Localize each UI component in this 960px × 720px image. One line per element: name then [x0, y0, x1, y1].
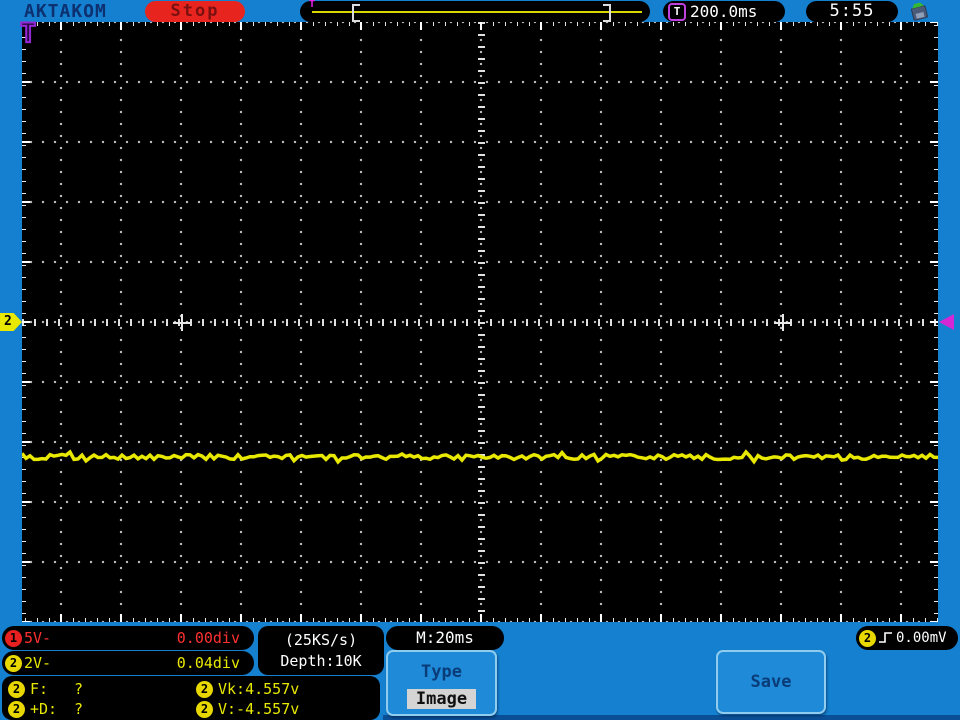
usb-drive-icon [911, 2, 928, 21]
timebase-readout: M:20ms [386, 626, 504, 650]
trigger-source-badge: 2 [859, 629, 876, 647]
measurement-ch-badge: 2 [8, 700, 25, 718]
trigger-t-icon: T [668, 2, 686, 21]
window-right-bracket-icon [603, 4, 611, 22]
channel1-badge: 1 [5, 629, 22, 647]
channel2-waveform-trace [22, 449, 938, 465]
trigger-level-readout: 2 0.00mV [856, 626, 958, 650]
window-left-bracket-icon [352, 4, 360, 22]
trigger-position-bar[interactable]: T [300, 0, 650, 22]
channel2-readout[interactable]: 2 2V- 0.04div [2, 651, 254, 675]
measurements-readout: 2 F: ? 2 Vk:4.557v 2 +D: ? 2 V:-4.557v [2, 676, 380, 720]
type-selected-value[interactable]: Image [406, 689, 477, 709]
oscilloscope-screen: { "colors": { "frame_blue": "#1480cf", "… [0, 0, 960, 720]
trigger-time-readout: T 200.0ms [663, 1, 785, 22]
measurement-frequency: 2 F: ? [8, 680, 196, 698]
measurement-vpk: 2 Vk:4.557v [196, 680, 376, 698]
channel1-readout[interactable]: 1 5V- 0.00div [2, 626, 254, 650]
type-label: Type [421, 662, 462, 682]
measurement-ch-badge: 2 [196, 700, 213, 718]
save-softkey-button[interactable]: Save [716, 650, 826, 714]
memory-depth: Depth:10K [280, 652, 362, 670]
acquisition-readout: (25KS/s) Depth:10K [258, 626, 384, 675]
trigger-level-value: 0.00mV [896, 630, 947, 646]
channel1-position: 0.00div [176, 629, 240, 647]
run-stop-button[interactable]: Stop [145, 1, 245, 22]
trigger-position-t-icon: T [309, 0, 316, 10]
measurement-v: 2 V:-4.557v [196, 700, 376, 718]
measurement-ch-badge: 2 [196, 680, 213, 698]
rising-edge-icon [879, 632, 892, 643]
measurement-duty: 2 +D: ? [8, 700, 196, 718]
display-graticule: T [19, 17, 938, 622]
measurement-ch-badge: 2 [8, 680, 25, 698]
type-softkey-button[interactable]: Type Image [386, 650, 497, 716]
channel2-position: 0.04div [176, 654, 240, 672]
sample-rate: (25KS/s) [284, 631, 358, 649]
clock: 5:55 [806, 1, 898, 22]
trigger-level-arrow-icon[interactable] [939, 314, 954, 330]
trigger-time-value: 200.0ms [690, 2, 758, 21]
channel2-scale: 2V- [24, 654, 52, 672]
status-panel: 1 5V- 0.00div 2 2V- 0.04div (25KS/s) Dep… [0, 622, 960, 720]
channel1-scale: 5V- [24, 629, 52, 647]
channel2-badge: 2 [5, 654, 22, 672]
brand-logo: AKTAKOM [24, 1, 107, 22]
channel2-zero-marker[interactable]: 2 [0, 313, 22, 331]
memory-window-line [312, 11, 642, 13]
